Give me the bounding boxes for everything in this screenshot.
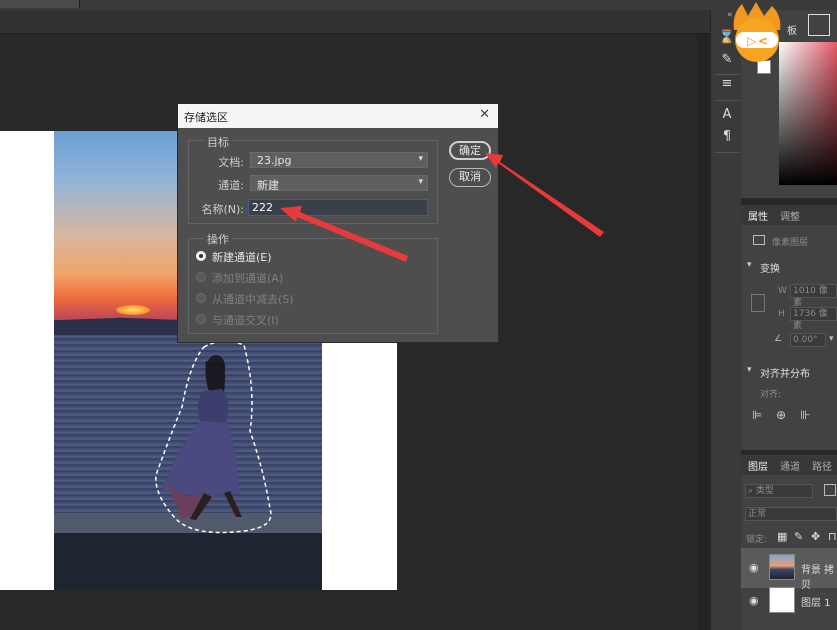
- panel-icon-column: « ⌛ ✎ ≡ A ¶: [710, 10, 741, 630]
- align-section-title: 对齐并分布: [760, 369, 810, 380]
- width-field[interactable]: 1010 像素: [790, 284, 837, 308]
- chevron-down-icon[interactable]: ▾: [747, 365, 752, 375]
- width-label: W: [778, 286, 787, 296]
- chevron-down-icon[interactable]: ▾: [829, 334, 834, 344]
- tab-adjustments[interactable]: 调整: [780, 208, 800, 223]
- character-icon[interactable]: A: [718, 107, 736, 125]
- image-filter-icon[interactable]: [824, 484, 836, 496]
- svg-text:▷: ▷: [747, 34, 757, 48]
- transform-section-title: 变换: [760, 264, 780, 275]
- tab-properties[interactable]: 属性: [748, 208, 768, 223]
- tab-layers[interactable]: 图层: [748, 458, 768, 473]
- lock-transparent-icon[interactable]: ▦: [777, 530, 787, 543]
- link-icon[interactable]: [751, 294, 765, 312]
- layer-row-layer-1[interactable]: ◉ 图层 1: [741, 580, 837, 620]
- layer-filter-select[interactable]: ⌕ 类型: [745, 484, 813, 498]
- blend-mode-select[interactable]: 正常: [745, 507, 837, 521]
- height-field[interactable]: 1736 像素: [790, 307, 837, 331]
- grid-icon[interactable]: [808, 14, 830, 36]
- lock-move-icon[interactable]: ✥: [811, 530, 820, 543]
- lock-paint-icon[interactable]: ✎: [794, 530, 803, 543]
- arrow-to-name-input: [280, 206, 408, 262]
- align-right-icon[interactable]: ⊪: [800, 408, 810, 422]
- align-center-icon[interactable]: ⊕: [776, 408, 786, 422]
- svg-text:<: <: [758, 34, 768, 48]
- layer-filter-value: 类型: [755, 486, 774, 496]
- tab-paths[interactable]: 路径: [812, 458, 832, 473]
- eye-icon[interactable]: ◉: [749, 594, 759, 607]
- tab-channels[interactable]: 通道: [780, 458, 800, 473]
- lock-artboard-icon[interactable]: ⊓: [828, 530, 837, 543]
- layer-thumbnail: [769, 554, 795, 580]
- chevron-down-icon[interactable]: ▾: [747, 260, 752, 270]
- pixel-layer-label: 像素图层: [772, 238, 809, 248]
- layers-tabbar: 图层 通道 路径: [741, 455, 837, 475]
- eye-icon[interactable]: ◉: [749, 561, 759, 574]
- properties-tabbar: 属性 调整: [741, 205, 837, 225]
- lock-label: 锁定:: [746, 535, 768, 545]
- angle-field[interactable]: 0.00°: [790, 333, 826, 347]
- paragraph-icon[interactable]: ¶: [718, 129, 736, 147]
- pixel-layer-icon: [753, 235, 765, 245]
- search-icon: ⌕: [748, 486, 754, 496]
- color-panel-tab[interactable]: 板: [787, 22, 797, 37]
- adjust-sliders-icon[interactable]: ≡: [718, 76, 736, 94]
- height-label: H: [778, 309, 785, 319]
- angle-icon: ∠: [774, 334, 783, 344]
- align-label: 对齐:: [760, 390, 782, 400]
- watermark-logo: ▷ <: [733, 2, 781, 62]
- app-window: { "dialog": { "title": "存储选区", "target_g…: [0, 0, 837, 630]
- layer-thumbnail: [769, 587, 795, 613]
- layer-name: 图层 1: [801, 598, 831, 609]
- arrow-to-ok-button: [485, 153, 604, 237]
- align-left-icon[interactable]: ⊫: [752, 408, 762, 422]
